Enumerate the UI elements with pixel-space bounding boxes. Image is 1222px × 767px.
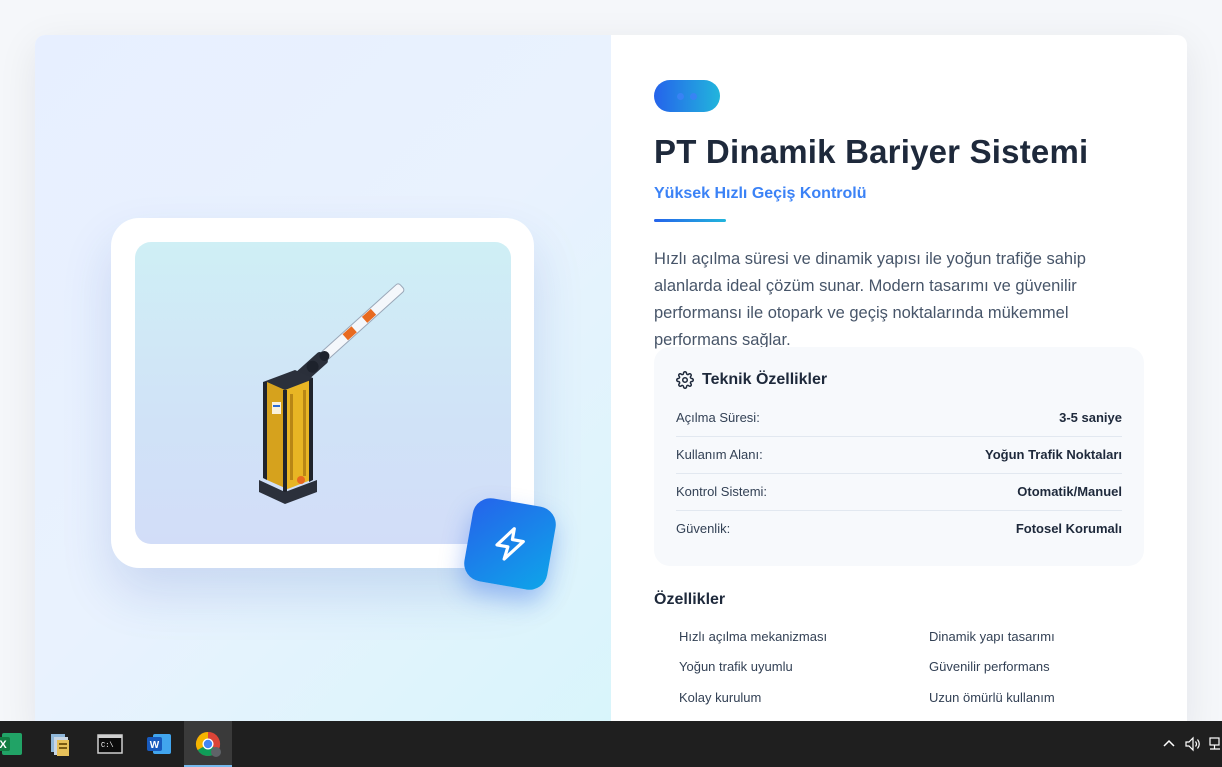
spec-value: Fotosel Korumalı [1015, 521, 1122, 536]
spec-row: Güvenlik: Fotosel Korumalı [676, 510, 1122, 547]
pill-dot [690, 92, 697, 100]
product-image [135, 242, 511, 544]
spec-label: Kontrol Sistemi: [676, 484, 768, 499]
product-card: PT Dinamik Bariyer Sistemi Yüksek Hızlı … [35, 35, 1187, 735]
spec-row: Kullanım Alanı: Yoğun Trafik Noktaları [676, 436, 1122, 474]
gear-icon [676, 371, 694, 389]
specs-heading: Teknik Özellikler [676, 371, 827, 389]
pill-dot [677, 92, 684, 100]
spec-value: Otomatik/Manuel [1017, 484, 1122, 499]
volume-icon[interactable] [1184, 721, 1202, 767]
chevron-up-icon[interactable] [1162, 721, 1176, 767]
taskbar: X C:\ W [0, 721, 1222, 767]
spec-label: Açılma Süresi: [676, 410, 760, 425]
technical-specs-box: Teknik Özellikler Açılma Süresi: 3-5 san… [654, 347, 1144, 566]
chrome-taskbar-button[interactable] [184, 721, 232, 767]
spec-value: 3-5 saniye [1059, 410, 1122, 425]
category-pill [654, 80, 720, 112]
chrome-icon [194, 730, 222, 758]
feature-item: Dinamik yapı tasarımı [929, 629, 1055, 644]
feature-item: Güvenilir performans [929, 659, 1050, 674]
features-heading: Özellikler [654, 591, 726, 608]
product-subtitle: Yüksek Hızlı Geçiş Kontrolü [654, 185, 867, 202]
spec-row: Açılma Süresi: 3-5 saniye [676, 399, 1122, 437]
network-icon[interactable] [1208, 721, 1222, 767]
feature-item: Uzun ömürlü kullanım [929, 690, 1055, 705]
spec-row: Kontrol Sistemi: Otomatik/Manuel [676, 473, 1122, 511]
product-title: PT Dinamik Bariyer Sistemi [654, 133, 1089, 170]
lightning-bolt-icon [461, 495, 559, 593]
spec-value: Yoğun Trafik Noktaları [984, 447, 1122, 462]
barrier-gate-illustration [259, 283, 405, 504]
command-prompt-icon[interactable]: C:\ [96, 730, 124, 758]
excel-icon[interactable]: X [0, 730, 22, 758]
product-details-panel: PT Dinamik Bariyer Sistemi Yüksek Hızlı … [611, 35, 1187, 735]
product-image-frame [111, 218, 534, 568]
file-explorer-icon[interactable] [47, 730, 75, 758]
spec-label: Güvenlik: [676, 521, 731, 536]
feature-item: Kolay kurulum [679, 690, 762, 705]
word-icon[interactable]: W [145, 730, 173, 758]
spec-label: Kullanım Alanı: [676, 447, 763, 462]
product-visual-panel [35, 35, 611, 735]
title-underline [654, 219, 726, 222]
svg-text:X: X [0, 739, 7, 751]
svg-text:C:\: C:\ [101, 742, 114, 750]
svg-text:W: W [150, 740, 160, 751]
feature-item: Hızlı açılma mekanizması [679, 629, 828, 644]
product-description: Hızlı açılma süresi ve dinamik yapısı il… [654, 250, 1086, 349]
feature-item: Yoğun trafik uyumlu [679, 659, 793, 674]
specs-heading-label: Teknik Özellikler [702, 371, 828, 388]
